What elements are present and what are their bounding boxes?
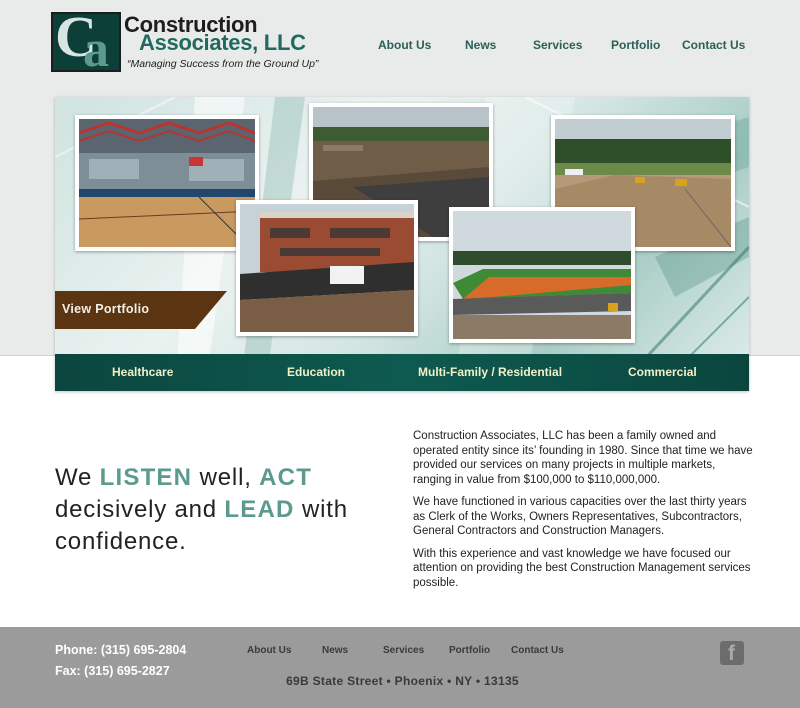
footer-nav-about-us[interactable]: About Us bbox=[247, 645, 291, 656]
category-commercial[interactable]: Commercial bbox=[628, 365, 697, 379]
category-education[interactable]: Education bbox=[287, 365, 345, 379]
about-paragraph: With this experience and vast knowledge … bbox=[413, 547, 751, 589]
logo-tagline: “Managing Success from the Ground Up” bbox=[127, 58, 319, 70]
view-portfolio-button[interactable]: View Portfolio bbox=[55, 291, 227, 329]
footer-nav-services[interactable]: Services bbox=[383, 645, 424, 656]
footer-address: 69B State Street • Phoenix • NY • 13135 bbox=[286, 674, 519, 688]
company-logo[interactable]: Ca Construction Associates, LLC “Managin… bbox=[51, 12, 321, 74]
about-paragraph: Construction Associates, LLC has been a … bbox=[413, 430, 753, 486]
about-paragraph: We have functioned in various capacities… bbox=[413, 496, 747, 537]
footer: Phone: (315) 695-2804 Fax: (315) 695-282… bbox=[0, 627, 800, 708]
footer-nav-portfolio[interactable]: Portfolio bbox=[449, 645, 490, 656]
nav-portfolio[interactable]: Portfolio bbox=[611, 38, 660, 52]
about-text: Construction Associates, LLC has been a … bbox=[413, 429, 753, 598]
category-multi-family-residential[interactable]: Multi-Family / Residential bbox=[418, 365, 562, 379]
category-healthcare[interactable]: Healthcare bbox=[112, 365, 173, 379]
photo-brick-school[interactable] bbox=[236, 200, 418, 336]
hero-banner: View Portfolio Healthcare Education Mult… bbox=[55, 97, 749, 391]
logo-name-line2: Associates, LLC bbox=[139, 30, 306, 55]
nav-contact-us[interactable]: Contact Us bbox=[682, 38, 745, 52]
logo-mark: Ca bbox=[51, 12, 121, 72]
slogan-emphasis-act: ACT bbox=[259, 464, 313, 491]
category-bar: Healthcare Education Multi-Family / Resi… bbox=[55, 354, 749, 391]
view-portfolio-label: View Portfolio bbox=[62, 302, 150, 316]
footer-nav-contact-us[interactable]: Contact Us bbox=[511, 645, 564, 656]
photo-athletic-field[interactable] bbox=[449, 207, 635, 343]
footer-phone: Phone: (315) 695-2804 bbox=[55, 643, 187, 657]
slogan-emphasis-lead: LEAD bbox=[224, 496, 295, 523]
photo-gymnasium[interactable] bbox=[75, 115, 259, 251]
nav-services[interactable]: Services bbox=[533, 38, 582, 52]
slogan-heading: We LISTEN well, ACT decisively and LEAD … bbox=[55, 464, 348, 555]
footer-nav-news[interactable]: News bbox=[322, 645, 348, 656]
nav-news[interactable]: News bbox=[465, 38, 496, 52]
nav-about-us[interactable]: About Us bbox=[378, 38, 431, 52]
facebook-icon[interactable]: f bbox=[720, 641, 744, 665]
slogan-emphasis-listen: LISTEN bbox=[99, 464, 193, 491]
